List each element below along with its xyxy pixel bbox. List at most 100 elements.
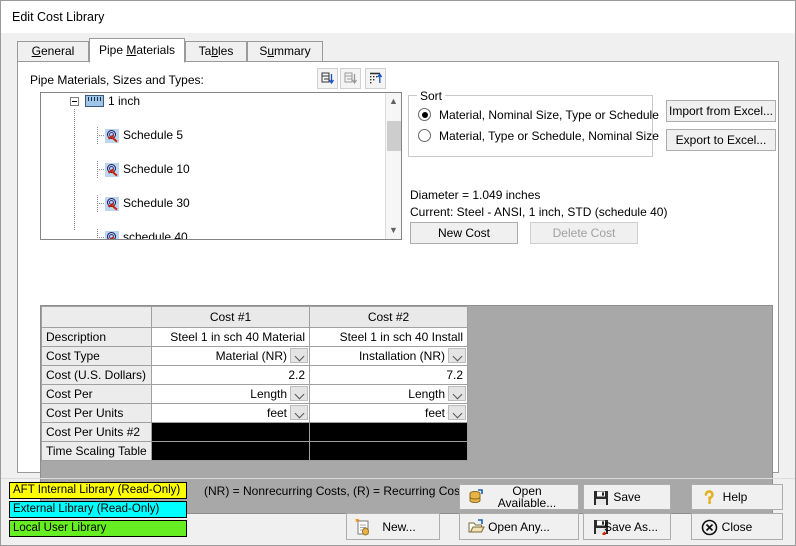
row-header-cost-per-units-2: Cost Per Units #2 — [41, 422, 152, 442]
grid-column-header-cost2[interactable]: Cost #2 — [309, 306, 468, 328]
open-available-label: Open Available... — [497, 484, 557, 510]
window-titlebar: Edit Cost Library — [1, 1, 795, 33]
row-header-cost-dollars: Cost (U.S. Dollars) — [41, 365, 152, 385]
sort-refresh-icon[interactable] — [365, 68, 386, 89]
tab-summary-label: Summary — [259, 44, 311, 58]
new-button-label: New... — [382, 519, 416, 534]
open-any-label: Open Any... — [488, 519, 550, 534]
save-label: Save — [613, 490, 641, 504]
new-button[interactable]: New... — [346, 513, 440, 540]
nr-r-note: (NR) = Nonrecurring Costs, (R) = Recurri… — [204, 484, 470, 498]
chevron-down-icon[interactable] — [448, 386, 466, 401]
tree-node-root[interactable]: 1 inch — [41, 93, 385, 110]
close-button[interactable]: Close — [691, 513, 783, 540]
tree-node-schedule-10[interactable]: Schedule 10 — [41, 161, 385, 178]
delete-cost-button[interactable]: Delete Cost — [530, 222, 638, 244]
cell-cost-cost1[interactable]: 2.2 — [151, 365, 310, 385]
cost-grid[interactable]: Cost #1 Cost #2 Description Steel 1 in s… — [41, 306, 468, 461]
tree-node-root-label: 1 inch — [108, 94, 141, 108]
row-header-cost-per-units: Cost Per Units — [41, 403, 152, 423]
open-any-button[interactable]: Open Any... — [459, 513, 579, 540]
edit-cost-library-window: Edit Cost Library General Pipe Materials… — [0, 0, 796, 546]
tree-node-label: Schedule 10 — [123, 162, 190, 176]
cell-cost-per-units-cost2-value: feet — [424, 406, 445, 420]
diameter-text: Diameter = 1.049 inches — [410, 188, 541, 202]
radio-button-selected[interactable] — [418, 108, 431, 121]
grid-row-time-scaling-table: Time Scaling Table — [41, 441, 468, 461]
legend-local-user-library: Local User Library — [9, 520, 187, 537]
pipe-materials-page: Pipe Materials, Sizes and Types: 1 inch … — [17, 61, 779, 514]
tree-node-label: Schedule 30 — [123, 196, 190, 210]
window-title: Edit Cost Library — [12, 10, 105, 24]
sort-group: Sort Material, Nominal Size, Type or Sch… — [408, 89, 659, 157]
cell-cost-type-cost1[interactable]: Material (NR) — [151, 346, 310, 366]
grid-row-cost-per-units-2: Cost Per Units #2 — [41, 422, 468, 442]
tab-tables-label: Tables — [198, 44, 234, 58]
export-to-excel-button[interactable]: Export to Excel... — [666, 129, 776, 151]
cell-cost-per-cost1-value: Length — [250, 387, 287, 401]
row-header-description: Description — [41, 327, 152, 347]
sort-group-label: Sort — [417, 89, 446, 103]
tree-vertical-scrollbar[interactable]: ▲ ▼ — [385, 93, 401, 239]
chevron-down-icon[interactable] — [448, 348, 466, 363]
cell-cost-per-units-2-cost1 — [151, 422, 310, 442]
cell-cost-type-cost2-value: Installation (NR) — [358, 349, 445, 363]
import-from-excel-button[interactable]: Import from Excel... — [666, 100, 776, 122]
collapse-all-icon[interactable] — [340, 68, 361, 89]
cell-cost-per-units-2-cost2 — [309, 422, 468, 442]
tree-node-schedule-5[interactable]: Schedule 5 — [41, 127, 385, 144]
expander-collapse-icon[interactable] — [70, 97, 79, 106]
tree-nodes: 1 inch Schedule 5 Schedule 10 Schedule 3… — [41, 93, 385, 240]
scroll-down-icon[interactable]: ▼ — [386, 222, 401, 239]
chevron-down-icon[interactable] — [290, 405, 308, 420]
tab-general[interactable]: General — [17, 41, 89, 62]
cell-time-scaling-cost2 — [309, 441, 468, 461]
radio-button[interactable] — [418, 129, 431, 142]
grid-column-header-cost1[interactable]: Cost #1 — [151, 306, 310, 328]
tabstrip: General Pipe Materials Tables Summary — [17, 38, 779, 63]
cell-cost-type-cost2[interactable]: Installation (NR) — [309, 346, 468, 366]
help-button[interactable]: Help — [691, 484, 783, 510]
pipe-materials-label: Pipe Materials, Sizes and Types: — [30, 73, 204, 87]
delete-cost-label: Delete Cost — [552, 226, 616, 240]
expand-all-icon[interactable] — [317, 68, 338, 89]
close-label: Close — [721, 519, 753, 534]
tab-pipe-materials[interactable]: Pipe Materials — [89, 38, 185, 63]
cell-cost-cost2[interactable]: 7.2 — [309, 365, 468, 385]
cell-description-cost2[interactable]: Steel 1 in sch 40 Install — [309, 327, 468, 347]
tree-node-schedule-40[interactable]: schedule 40 — [41, 229, 385, 240]
open-available-button[interactable]: Open Available... — [459, 484, 579, 510]
cell-cost-per-cost2[interactable]: Length — [309, 384, 468, 404]
footer-divider — [1, 478, 795, 479]
save-button[interactable]: Save — [583, 484, 671, 510]
save-as-button[interactable]: Save As... — [583, 513, 671, 540]
scrollbar-thumb[interactable] — [387, 121, 401, 151]
tab-pipe-materials-label: Pipe Materials — [98, 43, 176, 57]
cell-cost-per-units-cost1[interactable]: feet — [151, 403, 310, 423]
pipe-materials-tree[interactable]: 1 inch Schedule 5 Schedule 10 Schedule 3… — [40, 92, 402, 240]
new-cost-button[interactable]: New Cost — [410, 222, 518, 244]
row-header-time-scaling-table: Time Scaling Table — [41, 441, 152, 461]
magnifier-icon — [105, 129, 119, 143]
cell-cost-per-units-cost2[interactable]: feet — [309, 403, 468, 423]
grid-corner-cell — [41, 306, 152, 328]
scroll-up-icon[interactable]: ▲ — [386, 93, 401, 110]
chevron-down-icon[interactable] — [290, 348, 308, 363]
sort-option-label: Material, Nominal Size, Type or Schedule — [439, 108, 659, 122]
tree-node-label: Schedule 5 — [123, 128, 184, 142]
grid-row-cost-type: Cost Type Material (NR) Installation (NR… — [41, 346, 468, 366]
current-selection-text: Current: Steel - ANSI, 1 inch, STD (sche… — [410, 205, 668, 219]
tab-tables[interactable]: Tables — [185, 41, 247, 62]
new-cost-label: New Cost — [437, 226, 490, 240]
legend-external-library: External Library (Read-Only) — [9, 501, 187, 518]
tree-node-label: schedule 40 — [123, 230, 188, 240]
legend-local-user-library-label: Local User Library — [13, 522, 107, 534]
chevron-down-icon[interactable] — [448, 405, 466, 420]
tree-node-schedule-30[interactable]: Schedule 30 — [41, 195, 385, 212]
cell-description-cost1[interactable]: Steel 1 in sch 40 Material — [151, 327, 310, 347]
cell-time-scaling-cost1 — [151, 441, 310, 461]
cell-cost-per-cost1[interactable]: Length — [151, 384, 310, 404]
chevron-down-icon[interactable] — [290, 386, 308, 401]
magnifier-icon — [105, 231, 119, 239]
tab-summary[interactable]: Summary — [247, 41, 323, 62]
